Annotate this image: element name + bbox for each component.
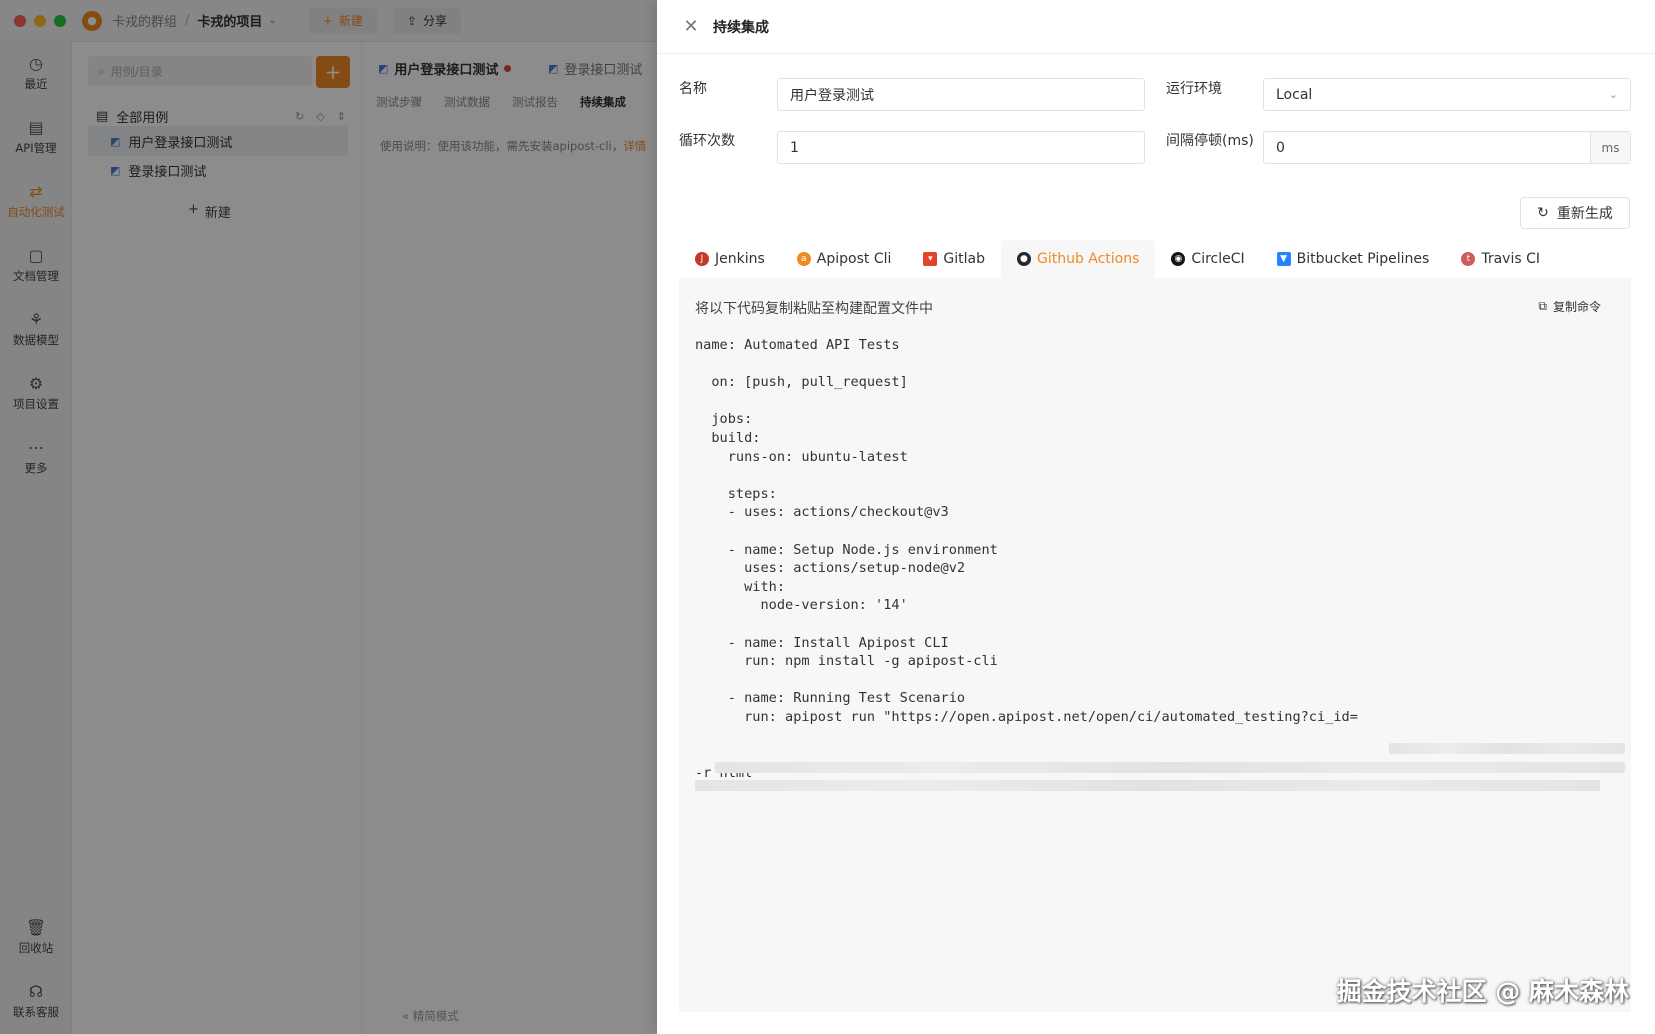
bitbucket-icon: ▼ [1276,252,1291,266]
tab-label: Jenkins [715,251,765,267]
name-input-value: 用户登录测试 [790,87,874,104]
regenerate-label: 重新生成 [1556,206,1613,222]
refresh-icon: ↻ [1537,205,1549,221]
app-window: ● 卡戎的群组 / 卡戎的项目 ⌄ + 新建 ⇪ 分享 ◷ 最近 ▤ API管理… [0,0,657,1034]
env-select[interactable]: Local ⌄ [1263,78,1631,111]
name-label: 名称 [679,81,707,97]
code-line: - name: Running Test Scenario [695,690,966,707]
interval-unit: ms [1590,132,1630,163]
code-line: build: [695,429,761,446]
code-line: node-version: '14' [695,597,908,614]
interval-field-row: 间隔停顿(ms) [1166,130,1254,150]
loop-field-row: 循环次数 [679,130,735,150]
redacted-text [1389,743,1625,754]
redacted-text [695,780,1600,791]
drawer-header: ✕ 持续集成 [657,0,1655,54]
code-panel: 将以下代码复制粘贴至构建配置文件中 ⧉ 复制命令 name: Automated… [679,278,1631,1012]
code-line: with: [695,578,786,595]
close-icon[interactable]: ✕ [683,16,699,37]
apipost-icon: a [796,252,811,266]
tab-bitbucket[interactable]: ▼ Bitbucket Pipelines [1261,240,1446,278]
tab-label: Apipost Cli [816,251,892,267]
tab-github-actions[interactable]: ● Github Actions [1000,240,1156,278]
drawer-title: 持续集成 [713,19,769,36]
travis-icon: t [1461,252,1476,266]
tab-label: Github Actions [1036,251,1140,267]
code-line: on: [push, pull_request] [695,374,908,391]
copy-icon: ⧉ [1538,299,1547,313]
env-field-row: 运行环境 [1166,78,1222,98]
tab-jenkins[interactable]: J Jenkins [679,240,781,278]
code-block[interactable]: name: Automated API Tests on: [push, pul… [695,336,1615,782]
tab-apipost-cli[interactable]: a Apipost Cli [781,240,908,278]
copy-label: 复制命令 [1552,300,1601,314]
code-line: runs-on: ubuntu-latest [695,448,908,465]
loop-count-value: 1 [790,139,799,156]
tab-circleci[interactable]: ◉ CircleCI [1155,240,1260,278]
gitlab-icon: ▾ [923,252,938,266]
tab-label: Gitlab [943,251,985,267]
code-line: - name: Setup Node.js environment [695,541,998,558]
name-field-row: 名称 [679,78,779,98]
tab-label: Bitbucket Pipelines [1296,251,1430,267]
interval-value: 0 [1276,139,1285,156]
code-line: uses: actions/setup-node@v2 [695,560,966,577]
code-line: - name: Install Apipost CLI [695,634,949,651]
redacted-text [715,762,1625,773]
interval-label: 间隔停顿(ms) [1166,133,1254,149]
code-line: jobs: [695,411,753,428]
interval-input[interactable]: 0 ms [1263,131,1631,164]
code-line: steps: [695,485,777,502]
copy-command-button[interactable]: ⧉ 复制命令 [1538,298,1601,315]
circleci-icon: ◉ [1171,252,1186,266]
watermark: 掘金技术社区 @ 麻木森林 [1336,977,1629,1006]
name-input[interactable]: 用户登录测试 [777,78,1145,111]
modal-overlay[interactable] [0,0,657,1034]
env-label: 运行环境 [1166,81,1222,97]
ci-drawer: ✕ 持续集成 名称 用户登录测试 运行环境 Local ⌄ 循环次数 1 间隔停… [657,0,1655,1034]
code-line: - uses: actions/checkout@v3 [695,504,949,521]
code-hint: 将以下代码复制粘贴至构建配置文件中 [695,301,933,317]
tab-gitlab[interactable]: ▾ Gitlab [907,240,1001,278]
tab-label: Travis CI [1481,251,1540,267]
jenkins-icon: J [695,252,709,266]
chevron-down-icon: ⌄ [1608,88,1618,101]
tab-travis[interactable]: t Travis CI [1445,240,1556,278]
github-icon: ● [1016,252,1031,266]
loop-label: 循环次数 [679,133,735,149]
loop-count-input[interactable]: 1 [777,131,1145,164]
tab-label: CircleCI [1191,251,1245,267]
regenerate-button[interactable]: ↻ 重新生成 [1520,197,1630,229]
code-line: name: Automated API Tests [695,337,900,353]
env-select-value: Local [1276,86,1313,103]
code-line: run: npm install -g apipost-cli [695,653,998,670]
ci-provider-tabs: J Jenkins a Apipost Cli ▾ Gitlab ● Githu… [679,240,1631,278]
code-line: run: apipost run "https://open.apipost.n… [695,708,1358,725]
